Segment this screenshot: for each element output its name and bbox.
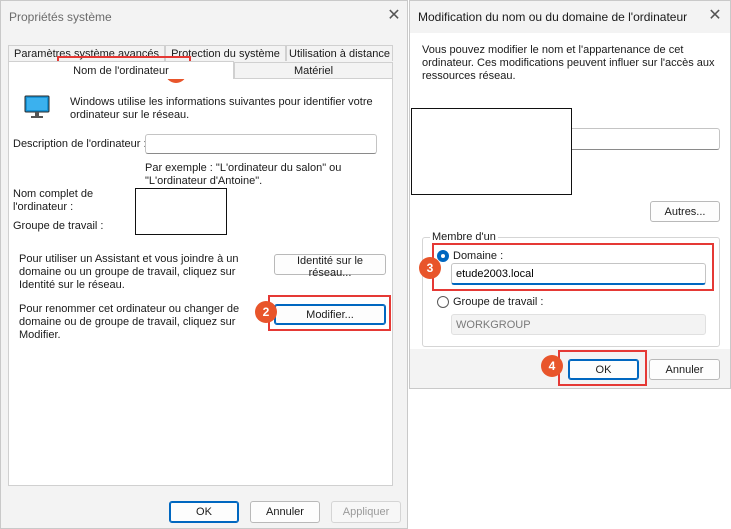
redacted-box [135,188,227,235]
tab-computer-name[interactable]: Nom de l'ordinateur [8,61,234,79]
tab-label: Nom de l'ordinateur [73,65,169,77]
rename-text: Pour renommer cet ordinateur ou changer … [19,303,240,341]
system-properties-dialog: Propriétés système ✕ Paramètres système … [0,0,408,529]
tab-label: Matériel [293,65,334,77]
domain-radio[interactable] [437,250,449,262]
step-badge-3: 3 [419,257,441,279]
apply-button[interactable]: Appliquer [331,501,401,523]
full-name-label: Nom complet de l'ordinateur : [13,188,94,213]
computer-name-dialog: Modification du nom ou du domaine de l'o… [409,0,731,389]
workgroup-label: Groupe de travail : [13,220,104,232]
network-id-button[interactable]: Identité sur le réseau... [274,254,386,279]
member-of-label: Membre d'un [430,231,498,244]
modify-button[interactable]: Modifier... [274,304,386,325]
description-input[interactable] [145,134,377,154]
redacted-box [411,108,572,195]
tab-label: Protection du système [171,48,280,60]
tab-label: Paramètres système avancés [14,48,159,60]
monitor-icon [24,95,50,118]
step-badge-2: 2 [255,301,277,323]
tab-remote[interactable]: Utilisation à distance [286,45,393,61]
tab-advanced[interactable]: Paramètres système avancés [8,45,165,61]
wizard-text: Pour utiliser un Assistant et vous joind… [19,253,239,291]
cancel-button[interactable]: Annuler [250,501,320,523]
domain-input[interactable] [451,263,706,285]
workgroup-label: Groupe de travail : [453,296,544,308]
cancel-button[interactable]: Annuler [649,359,720,380]
intro-text: Windows utilise les informations suivant… [70,96,373,121]
tab-system-protection[interactable]: Protection du système [165,45,286,61]
dialog-title: Propriétés système [9,10,112,24]
title-bar: Propriétés système ✕ [1,1,407,33]
description-label: Description de l'ordinateur : [13,138,147,150]
step-badge-4: 4 [541,355,563,377]
tab-hardware[interactable]: Matériel [234,62,393,78]
domain-label: Domaine : [453,250,504,262]
title-bar: Modification du nom ou du domaine de l'o… [410,1,730,33]
more-button[interactable]: Autres... [650,201,720,222]
ok-button[interactable]: OK [568,359,639,380]
dialog-title: Modification du nom ou du domaine de l'o… [418,10,688,24]
close-icon[interactable]: ✕ [384,6,404,26]
tab-label: Utilisation à distance [289,48,390,60]
ok-button[interactable]: OK [169,501,239,523]
workgroup-radio[interactable] [437,296,449,308]
example-text: Par exemple : "L'ordinateur du salon" ou… [145,162,342,187]
intro-text: Vous pouvez modifier le nom et l'apparte… [422,44,715,82]
close-icon[interactable]: ✕ [705,6,725,26]
workgroup-input[interactable] [451,314,706,335]
